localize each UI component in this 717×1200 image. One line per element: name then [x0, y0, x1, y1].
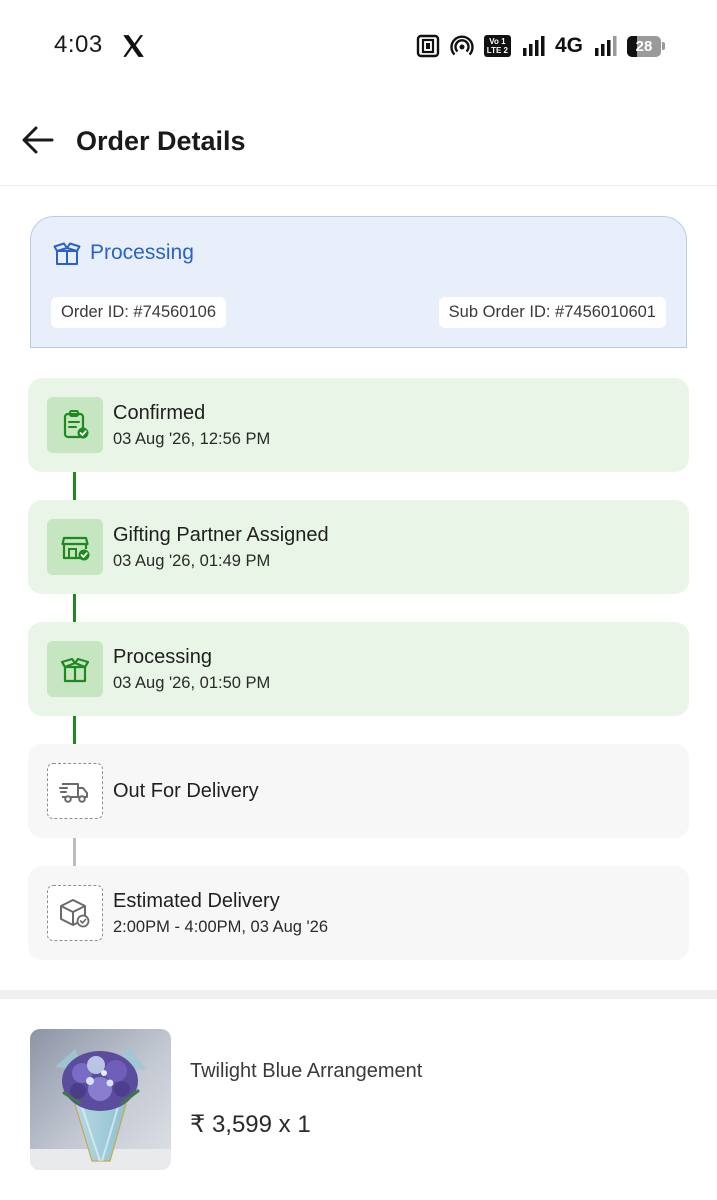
x-app-icon [123, 35, 144, 57]
step-title: Out For Delivery [113, 780, 259, 802]
timeline-step-gifting-partner: Gifting Partner Assigned 03 Aug '26, 01:… [28, 500, 689, 594]
flower-bouquet-image [30, 1029, 171, 1170]
battery-level: 28 [635, 37, 653, 55]
timeline-step-processing: Processing 03 Aug '26, 01:50 PM [28, 622, 689, 716]
app-header: Order Details [0, 96, 717, 186]
step-date: 2:00PM - 4:00PM, 03 Aug '26 [113, 918, 329, 936]
timeline-step-out-for-delivery: Out For Delivery [28, 744, 689, 838]
page-title: Order Details [76, 126, 246, 156]
product-name[interactable]: Twilight Blue Arrangement [190, 1060, 422, 1083]
order-status-card: Processing Order ID: #74560106 Sub Order… [30, 216, 687, 348]
network-type: 4G [554, 34, 583, 57]
step-title: Estimated Delivery [113, 890, 280, 912]
order-status-header: Processing [53, 239, 194, 267]
order-id: Order ID: #74560106 [51, 297, 227, 328]
status-bar: 4:03 Vo 1 LTE 2 4G 28 [0, 0, 717, 92]
sub-order-id: Sub Order ID: #7456010601 [438, 297, 666, 328]
step-date: 03 Aug '26, 01:49 PM [113, 552, 271, 570]
box-check-icon [47, 885, 103, 941]
step-title: Processing [113, 646, 212, 668]
order-status-label: Processing [90, 241, 194, 264]
timeline-step-confirmed: Confirmed 03 Aug '26, 12:56 PM [28, 378, 689, 472]
nfc-icon [416, 34, 439, 58]
timeline-step-estimated-delivery: Estimated Delivery 2:00PM - 4:00PM, 03 A… [28, 866, 689, 960]
store-check-icon [47, 519, 103, 575]
signal-strength-icon-2 [595, 36, 617, 56]
signal-strength-icon [522, 36, 545, 56]
battery-icon: 28 [627, 35, 665, 57]
package-open-icon [47, 641, 103, 697]
product-price: ₹ 3,599 x 1 [190, 1111, 311, 1138]
status-time: 4:03 [54, 31, 103, 58]
arrow-left-icon[interactable] [20, 124, 56, 156]
step-title: Confirmed [113, 402, 206, 424]
hotspot-icon [450, 35, 474, 56]
step-date: 03 Aug '26, 01:50 PM [113, 674, 271, 692]
step-date: 03 Aug '26, 12:56 PM [113, 430, 271, 448]
step-title: Gifting Partner Assigned [113, 524, 329, 546]
volte-icon: Vo 1 LTE 2 [483, 35, 511, 57]
delivery-truck-icon [47, 763, 103, 819]
section-divider [0, 990, 717, 999]
clipboard-check-icon [47, 397, 103, 453]
product-image[interactable] [30, 1029, 171, 1170]
package-open-icon [53, 242, 81, 265]
